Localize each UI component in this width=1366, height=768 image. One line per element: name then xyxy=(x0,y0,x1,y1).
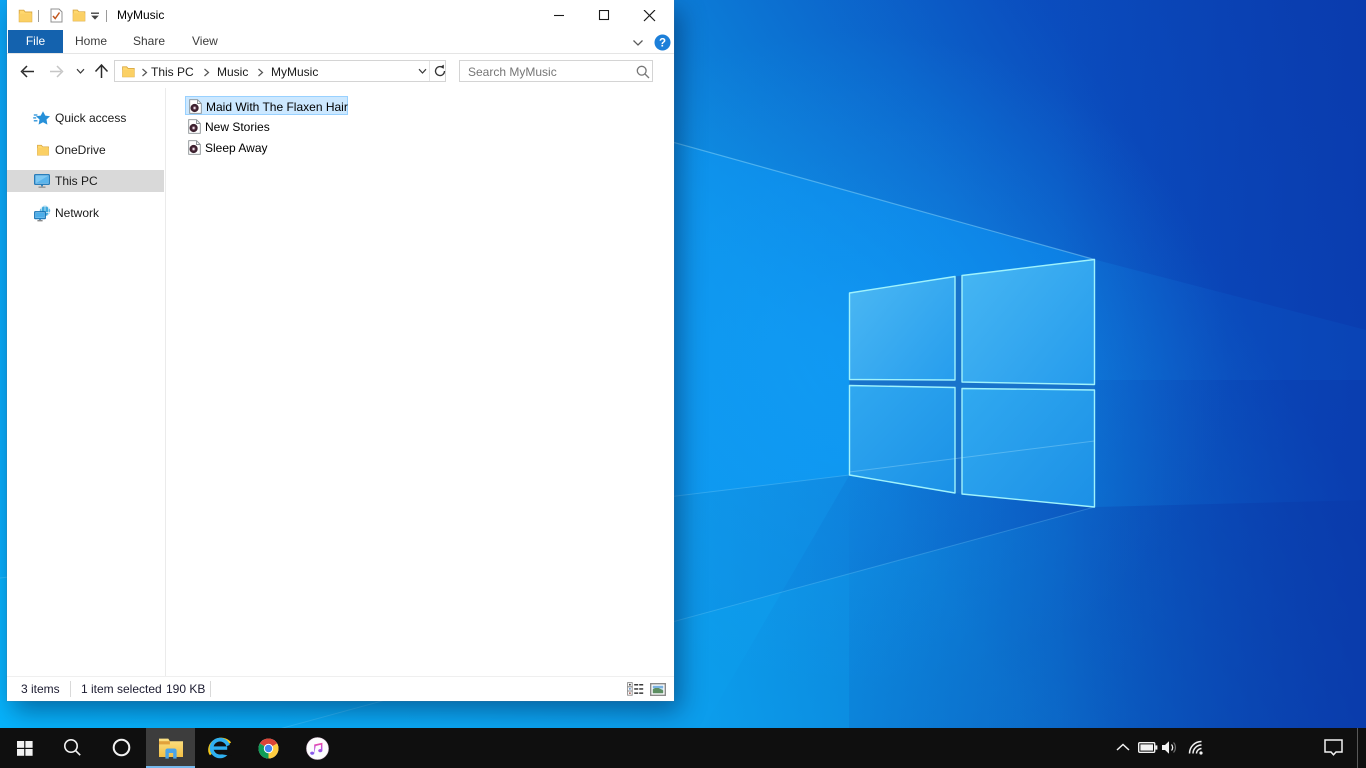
svg-text:?: ? xyxy=(659,38,666,50)
